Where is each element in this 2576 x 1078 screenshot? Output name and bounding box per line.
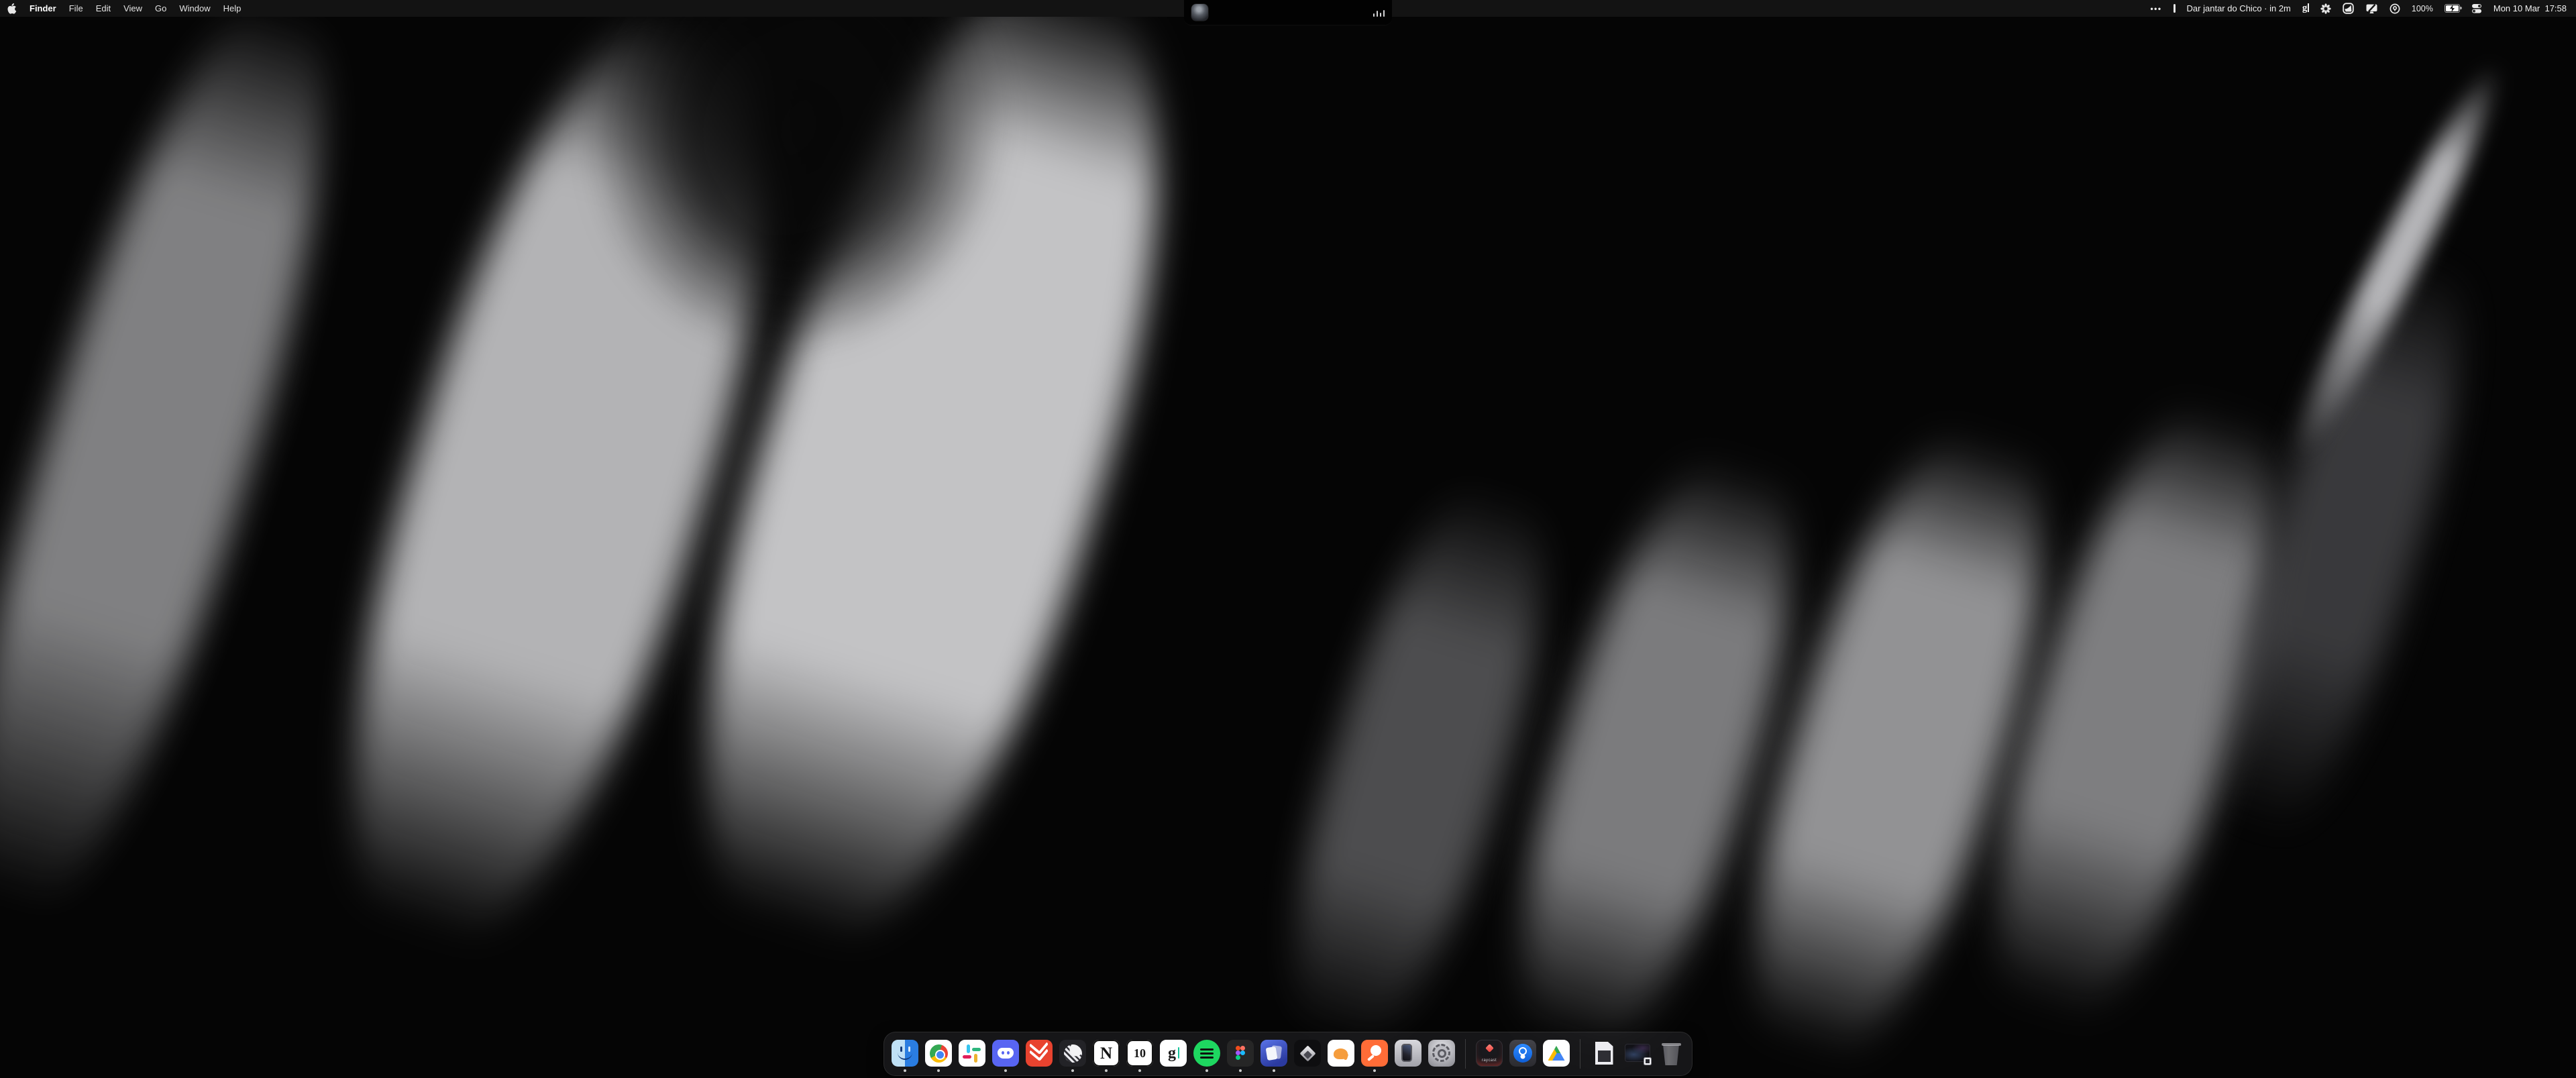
one-password-icon (2390, 3, 2400, 14)
apple-logo-icon (7, 3, 17, 15)
dock-item-grammarly[interactable]: g (1160, 1035, 1187, 1073)
dock-item-notion-calendar[interactable]: 10 (1126, 1035, 1153, 1073)
control-center-icon (2471, 3, 2482, 13)
dock-item-figma[interactable] (1227, 1035, 1254, 1073)
dock: N 10 g raycast (883, 1032, 1693, 1076)
desktop-wallpaper (0, 0, 2576, 1078)
audio-visualizer-icon (1373, 9, 1385, 17)
notion-icon: N (1093, 1040, 1120, 1067)
active-app-menu[interactable]: Finder (30, 3, 56, 13)
google-drive-icon (1543, 1040, 1570, 1067)
shutter-shape-icon (2343, 3, 2354, 14)
flower-gear-menubar-item[interactable] (2320, 3, 2331, 14)
flower-gear-icon (2320, 3, 2331, 14)
grammarly-icon: g (2302, 3, 2309, 13)
shutter-app-menubar-item[interactable] (2343, 3, 2354, 14)
menu-bar-clock[interactable]: Mon 10 Mar 17:58 (2493, 3, 2567, 13)
apple-menu[interactable] (7, 3, 17, 15)
postgres-icon (1328, 1040, 1354, 1067)
running-indicator (1273, 1069, 1275, 1072)
figma-icon (1227, 1040, 1254, 1067)
menu-view[interactable]: View (123, 3, 142, 13)
trash-icon (1658, 1040, 1684, 1067)
notch-album-art[interactable] (1191, 4, 1208, 21)
menu-file[interactable]: File (69, 3, 83, 13)
dock-item-cube-app[interactable] (1294, 1035, 1321, 1073)
screen-mirroring-icon (2365, 3, 2378, 14)
menu-go[interactable]: Go (155, 3, 166, 13)
dock-item-linear[interactable] (1059, 1035, 1086, 1073)
notch-widget[interactable] (1184, 0, 1392, 25)
dock-item-todoist[interactable] (1026, 1035, 1053, 1073)
dock-item-trash[interactable] (1658, 1035, 1684, 1073)
running-indicator (1105, 1069, 1108, 1072)
menu-help[interactable]: Help (223, 3, 241, 13)
running-indicator (1239, 1069, 1242, 1072)
dock-item-discord[interactable] (992, 1035, 1019, 1073)
dock-item-postgres[interactable] (1328, 1035, 1354, 1073)
dock-item-postman[interactable] (1361, 1035, 1388, 1073)
dock-item-google-drive[interactable] (1543, 1035, 1570, 1073)
running-indicator (1071, 1069, 1074, 1072)
calendar-event-countdown[interactable]: Dar jantar do Chico · in 2m (2187, 3, 2291, 13)
screen-mirroring-menubar-item[interactable] (2365, 3, 2378, 14)
postman-icon (1361, 1040, 1388, 1067)
chrome-icon (925, 1040, 952, 1067)
one-password-menubar-item[interactable] (2390, 3, 2400, 14)
dock-item-finder[interactable] (892, 1035, 918, 1073)
1password-icon (1509, 1040, 1536, 1067)
notion-calendar-icon: 10 (1126, 1040, 1153, 1067)
minimized-window-icon (1624, 1040, 1651, 1067)
dock-item-system-settings[interactable] (1428, 1035, 1455, 1073)
grammarly-menubar-item[interactable]: g (2302, 3, 2309, 13)
dock-item-chrome[interactable] (925, 1035, 952, 1073)
running-indicator (1004, 1069, 1007, 1072)
discord-icon (992, 1040, 1019, 1067)
dock-separator (1465, 1039, 1466, 1069)
raycast-glyph: raycast (1476, 1059, 1503, 1063)
charging-bolt-icon (2448, 4, 2457, 13)
dock-item-spotify[interactable] (1193, 1035, 1220, 1073)
menu-window[interactable]: Window (179, 3, 210, 13)
running-indicator (904, 1069, 906, 1072)
dock-item-raycast[interactable]: raycast (1476, 1035, 1503, 1073)
spotify-icon (1193, 1040, 1220, 1067)
menubar-divider-handle[interactable] (2174, 4, 2176, 13)
grammarly-icon: g (1160, 1040, 1187, 1067)
menu-bar-status-area: ••• Dar jantar do Chico · in 2m g (2150, 3, 2567, 14)
raycast-icon: raycast (1476, 1040, 1503, 1067)
iphone-mirroring-icon (1395, 1040, 1421, 1067)
notion-calendar-glyph: 10 (1134, 1047, 1146, 1059)
dock-item-minimized-window[interactable] (1624, 1035, 1651, 1073)
dock-item-1password[interactable] (1509, 1035, 1536, 1073)
dock-item-slack[interactable] (959, 1035, 985, 1073)
battery-charging-icon[interactable] (2445, 4, 2460, 13)
menu-edit[interactable]: Edit (96, 3, 111, 13)
running-indicator (1373, 1069, 1376, 1072)
linear-icon (1059, 1040, 1086, 1067)
cube-app-icon (1294, 1040, 1321, 1067)
dock-item-iphone-mirroring[interactable] (1395, 1035, 1421, 1073)
running-indicator (1138, 1069, 1141, 1072)
todoist-icon (1026, 1040, 1053, 1067)
battery-percentage: 100% (2412, 4, 2433, 13)
dock-item-craft[interactable] (1260, 1035, 1287, 1073)
grammarly-glyph: g (1168, 1045, 1176, 1061)
running-indicator (937, 1069, 940, 1072)
document-icon (1591, 1040, 1617, 1067)
wallpaper-band (0, 0, 385, 947)
running-indicator (1205, 1069, 1208, 1072)
system-settings-icon (1428, 1040, 1455, 1067)
control-center-menubar-item[interactable] (2471, 3, 2482, 13)
overflow-menu-icon[interactable]: ••• (2150, 4, 2161, 13)
dock-item-notion[interactable]: N (1093, 1035, 1120, 1073)
dock-item-document[interactable] (1591, 1035, 1617, 1073)
finder-icon (892, 1040, 918, 1067)
notion-glyph: N (1100, 1045, 1112, 1062)
craft-icon (1260, 1040, 1287, 1067)
menu-bar-left: Finder File Edit View Go Window Help (7, 3, 241, 15)
slack-icon (959, 1040, 985, 1067)
